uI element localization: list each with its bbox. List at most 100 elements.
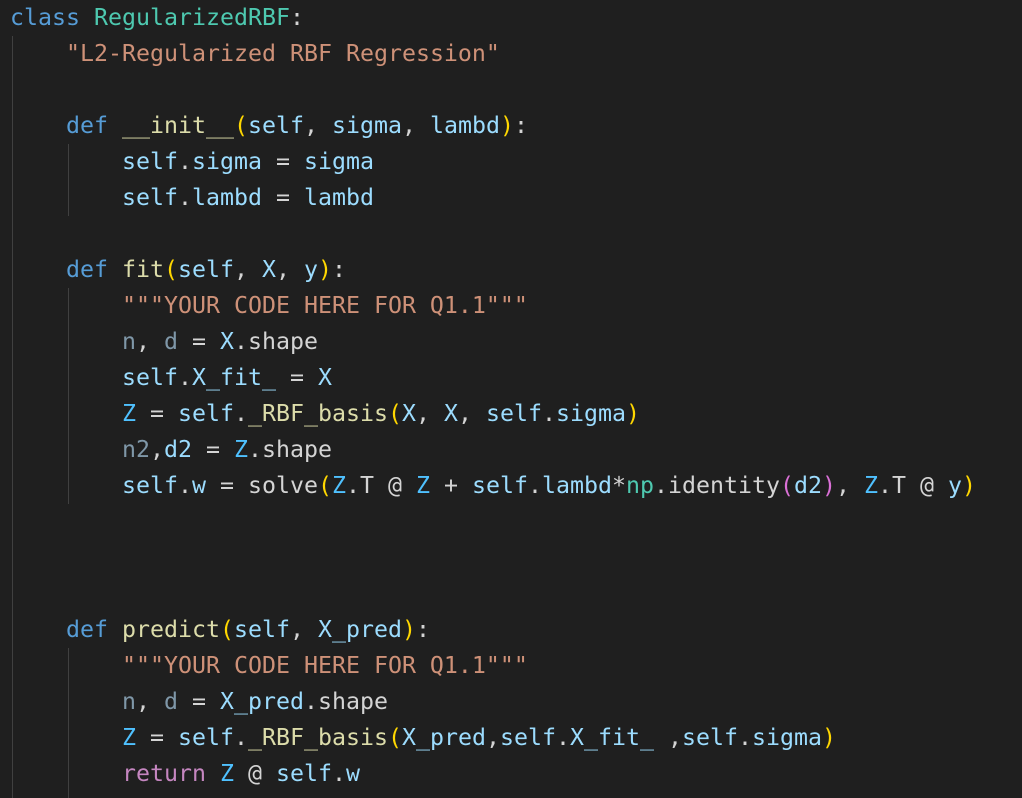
code-token: Z bbox=[415, 472, 430, 499]
code-token: ) bbox=[401, 616, 416, 643]
code-token: sigma bbox=[191, 148, 262, 175]
code-token: : bbox=[513, 112, 528, 139]
code-token: Z bbox=[863, 472, 878, 499]
code-token: , bbox=[135, 328, 164, 355]
code-line[interactable]: """YOUR CODE HERE FOR Q1.1""" bbox=[10, 648, 528, 684]
code-token: X_fit_ bbox=[569, 724, 654, 751]
code-token: . bbox=[177, 364, 192, 391]
code-token: , bbox=[835, 472, 864, 499]
code-line[interactable]: def __init__(self, sigma, lambd): bbox=[10, 108, 528, 144]
code-token: .identity bbox=[653, 472, 780, 499]
code-editor[interactable]: class RegularizedRBF: "L2-Regularized RB… bbox=[0, 0, 1022, 798]
code-token: : bbox=[289, 4, 304, 31]
code-token: Z bbox=[121, 400, 136, 427]
code-token: sigma bbox=[331, 112, 402, 139]
code-token: . bbox=[331, 760, 346, 787]
code-token: n bbox=[121, 688, 136, 715]
code-token: = bbox=[205, 472, 248, 499]
code-line[interactable]: def fit(self, X, y): bbox=[10, 252, 346, 288]
code-token: ( bbox=[317, 472, 332, 499]
code-line[interactable]: n2,d2 = Z.shape bbox=[10, 432, 332, 468]
code-line[interactable]: """YOUR CODE HERE FOR Q1.1""" bbox=[10, 288, 528, 324]
code-line[interactable]: self.lambd = lambd bbox=[10, 180, 374, 216]
code-token: _RBF_basis bbox=[247, 724, 388, 751]
code-token: class bbox=[10, 4, 94, 31]
code-token: . bbox=[177, 184, 192, 211]
code-token: y bbox=[947, 472, 962, 499]
code-token: . bbox=[177, 472, 192, 499]
code-token: ) bbox=[499, 112, 514, 139]
code-token: n2 bbox=[121, 436, 150, 463]
code-token: d bbox=[163, 688, 178, 715]
code-token: d2 bbox=[163, 436, 192, 463]
code-token: , bbox=[653, 724, 682, 751]
code-line[interactable]: self.w = solve(Z.T @ Z + self.lambd*np.i… bbox=[10, 468, 976, 504]
code-token: X bbox=[219, 328, 234, 355]
code-token: self bbox=[177, 400, 234, 427]
code-token: = bbox=[191, 436, 234, 463]
code-token: X bbox=[401, 400, 416, 427]
code-line[interactable]: "L2-Regularized RBF Regression" bbox=[10, 36, 500, 72]
code-token: y bbox=[304, 256, 318, 283]
code-line[interactable]: n, d = X.shape bbox=[10, 324, 318, 360]
code-token: def bbox=[66, 112, 122, 139]
code-token: : bbox=[332, 256, 346, 283]
code-token: self bbox=[177, 724, 234, 751]
code-line[interactable]: self.X_fit_ = X bbox=[10, 360, 332, 396]
code-token: = bbox=[177, 328, 220, 355]
code-token: Z bbox=[219, 760, 234, 787]
code-token: sigma bbox=[751, 724, 822, 751]
code-line[interactable]: Z = self._RBF_basis(X_pred,self.X_fit_ ,… bbox=[10, 720, 836, 756]
code-token: = bbox=[261, 148, 304, 175]
code-token: X bbox=[262, 256, 276, 283]
code-token: . bbox=[541, 400, 556, 427]
code-line[interactable]: self.sigma = sigma bbox=[10, 144, 374, 180]
code-token: self bbox=[485, 400, 542, 427]
code-token: ( bbox=[779, 472, 794, 499]
code-line[interactable]: n, d = X_pred.shape bbox=[10, 684, 388, 720]
code-token: ( bbox=[233, 112, 248, 139]
code-token: return bbox=[121, 760, 220, 787]
code-token: lambd bbox=[429, 112, 500, 139]
code-line[interactable]: return Z @ self.w bbox=[10, 756, 360, 792]
code-token: .shape bbox=[303, 688, 388, 715]
code-token: self bbox=[499, 724, 556, 751]
code-token: X_fit_ bbox=[191, 364, 276, 391]
code-token: predict bbox=[122, 616, 220, 643]
code-token: lambd bbox=[191, 184, 262, 211]
code-token: __init__ bbox=[122, 112, 234, 139]
code-token: . bbox=[177, 148, 192, 175]
code-token: fit bbox=[122, 256, 164, 283]
code-token: X bbox=[443, 400, 458, 427]
code-token: self bbox=[178, 256, 234, 283]
code-token: X_pred bbox=[219, 688, 304, 715]
code-token: w bbox=[191, 472, 206, 499]
code-token: X_pred bbox=[317, 616, 402, 643]
code-token: , bbox=[401, 112, 430, 139]
code-token: ) bbox=[318, 256, 332, 283]
code-line[interactable]: class RegularizedRBF: bbox=[10, 0, 304, 36]
code-token: , bbox=[135, 688, 164, 715]
code-token: = bbox=[275, 364, 318, 391]
code-token: sigma bbox=[303, 148, 374, 175]
code-token: . bbox=[527, 472, 542, 499]
code-token: _RBF_basis bbox=[247, 400, 388, 427]
code-line[interactable]: Z = self._RBF_basis(X, X, self.sigma) bbox=[10, 396, 640, 432]
code-token: , bbox=[303, 112, 332, 139]
code-token: self bbox=[121, 184, 178, 211]
code-token: Z bbox=[233, 436, 248, 463]
code-token: ) bbox=[821, 724, 836, 751]
code-line[interactable]: def predict(self, X_pred): bbox=[10, 612, 430, 648]
code-token: d2 bbox=[793, 472, 822, 499]
code-token: self bbox=[121, 148, 178, 175]
